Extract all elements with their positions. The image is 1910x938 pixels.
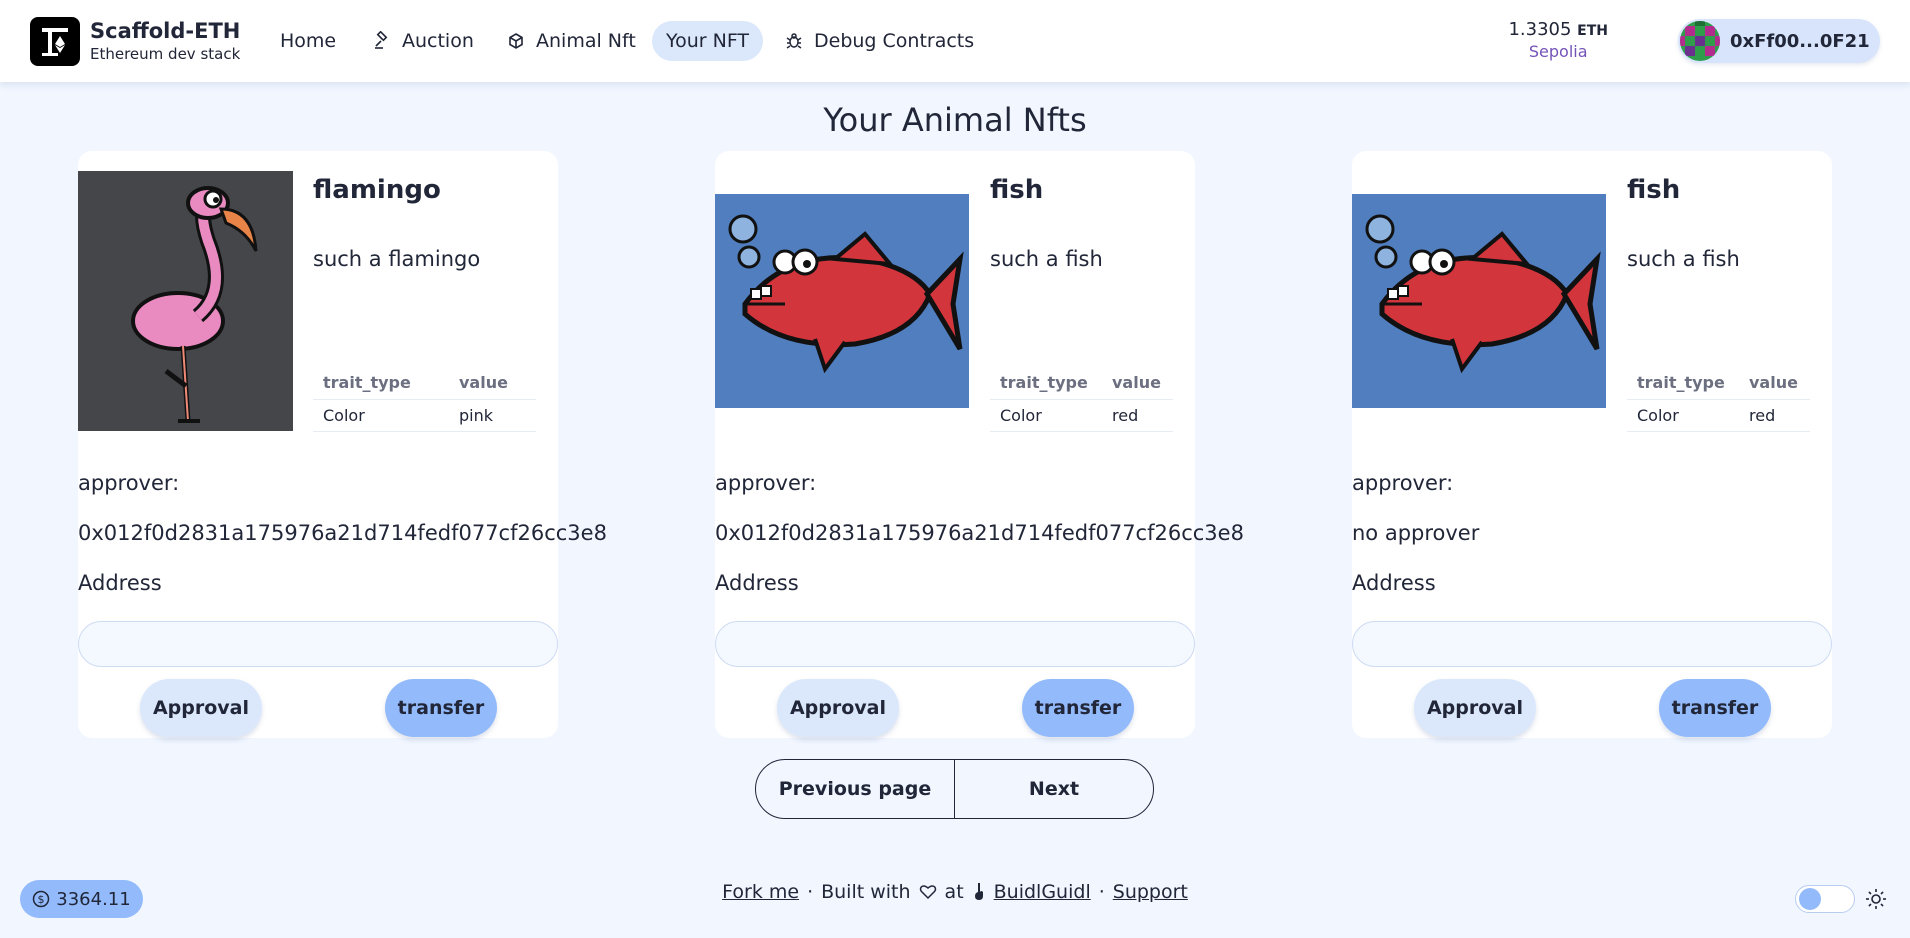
attributes-table: trait_type value Color red <box>990 367 1173 432</box>
approver-label: approver: <box>1352 471 1454 495</box>
nav-auction-label: Auction <box>402 30 474 52</box>
nft-name: fish <box>1627 175 1681 205</box>
footer-separator: · <box>1098 881 1105 903</box>
page-title: Your Animal Nfts <box>823 101 1087 139</box>
value-header: value <box>1739 367 1810 400</box>
nft-name: fish <box>990 175 1044 205</box>
top-navbar: Scaffold-ETH Ethereum dev stack Home Auc… <box>0 0 1910 82</box>
address-label: Address <box>78 571 162 595</box>
table-row: Color red <box>1627 399 1810 432</box>
buidlguidl-icon <box>974 883 983 900</box>
trait-type-header: trait_type <box>1627 367 1739 400</box>
nav-home[interactable]: Home <box>266 21 350 61</box>
trait-type-cell: Color <box>1627 399 1739 432</box>
table-row: Color red <box>990 399 1173 432</box>
toggle-knob <box>1799 888 1821 910</box>
theme-toggle[interactable] <box>1795 885 1855 913</box>
brand-name[interactable]: Scaffold-ETH <box>90 19 240 43</box>
approval-button[interactable]: Approval <box>140 679 262 737</box>
cube-icon <box>509 33 523 49</box>
address-label: Address <box>715 571 799 595</box>
value-header: value <box>1102 367 1173 400</box>
at-text: at <box>944 881 964 903</box>
account-dropdown-button[interactable]: 0xFf00...0F21 <box>1678 19 1880 63</box>
bug-icon <box>786 33 802 49</box>
account-address: 0xFf00...0F21 <box>1730 30 1870 52</box>
address-input[interactable] <box>715 621 1195 667</box>
nft-description: such a fish <box>990 247 1103 271</box>
address-input[interactable] <box>1352 621 1832 667</box>
table-row: Color pink <box>313 399 536 432</box>
fork-me-link[interactable]: Fork me <box>722 881 799 903</box>
trait-value-cell: red <box>1739 399 1810 432</box>
balance-unit: ETH <box>1577 23 1608 39</box>
approver-address: 0x012f0d2831a175976a21d714fedf077cf26cc3… <box>78 521 607 545</box>
value-header: value <box>449 367 536 400</box>
previous-page-button[interactable]: Previous page <box>756 760 954 818</box>
table-header-row: trait_type value <box>313 367 536 400</box>
address-input[interactable] <box>78 621 558 667</box>
footer-links: Fork me · Built with at BuidlGuidl · Sup… <box>0 880 1910 904</box>
table-header-row: trait_type value <box>990 367 1173 400</box>
footer-separator: · <box>807 881 814 903</box>
buidlguidl-link[interactable]: BuidlGuidl <box>994 881 1091 903</box>
flamingo-image <box>78 171 293 431</box>
transfer-button[interactable]: transfer <box>385 679 497 737</box>
heart-icon <box>919 885 936 900</box>
attributes-table: trait_type value Color red <box>1627 367 1810 432</box>
nft-description: such a fish <box>1627 247 1740 271</box>
trait-type-header: trait_type <box>313 367 449 400</box>
next-page-button[interactable]: Next <box>955 760 1153 818</box>
scaffold-logo-icon[interactable] <box>30 17 80 66</box>
trait-value-cell: red <box>1102 399 1173 432</box>
nft-card: fish such a fish trait_type value Color … <box>715 151 1244 738</box>
approver-label: approver: <box>715 471 817 495</box>
balance-value: 1.3305 <box>1508 19 1572 40</box>
wallet-balance: 1.3305 ETH Sepolia <box>1508 19 1608 61</box>
sun-icon <box>1866 889 1886 909</box>
table-header-row: trait_type value <box>1627 367 1810 400</box>
built-with-text: Built with <box>821 881 911 903</box>
transfer-button[interactable]: transfer <box>1659 679 1771 737</box>
avatar <box>1680 21 1720 61</box>
approver-label: approver: <box>78 471 180 495</box>
nft-card: fish such a fish trait_type value Color … <box>1352 151 1832 738</box>
nav-auction[interactable]: Auction <box>358 21 488 61</box>
nav-debug-contracts[interactable]: Debug Contracts <box>770 21 988 61</box>
nav-your-nft-label: Your NFT <box>666 30 750 52</box>
support-link[interactable]: Support <box>1113 881 1188 903</box>
trait-type-header: trait_type <box>990 367 1102 400</box>
network-name: Sepolia <box>1528 42 1588 61</box>
transfer-button[interactable]: transfer <box>1022 679 1134 737</box>
gavel-icon <box>375 31 388 49</box>
nav-animal-nft[interactable]: Animal Nft <box>492 21 650 61</box>
nft-name: flamingo <box>313 175 441 205</box>
attributes-table: trait_type value Color pink <box>313 367 536 432</box>
approval-button[interactable]: Approval <box>1414 679 1536 737</box>
nft-description: such a flamingo <box>313 247 481 271</box>
approver-address: 0x012f0d2831a175976a21d714fedf077cf26cc3… <box>715 521 1244 545</box>
pagination: Previous page Next <box>755 759 1154 819</box>
nft-card: flamingo such a flamingo trait_type valu… <box>78 151 607 738</box>
fish-image <box>715 194 969 408</box>
address-label: Address <box>1352 571 1436 595</box>
trait-type-cell: Color <box>990 399 1102 432</box>
nav-home-label: Home <box>280 30 337 52</box>
fish-image <box>1352 194 1606 408</box>
trait-value-cell: pink <box>449 399 536 432</box>
nav-debug-contracts-label: Debug Contracts <box>814 30 975 52</box>
trait-type-cell: Color <box>313 399 449 432</box>
nav-your-nft[interactable]: Your NFT <box>652 21 764 61</box>
nav-animal-nft-label: Animal Nft <box>536 30 636 52</box>
approval-button[interactable]: Approval <box>777 679 899 737</box>
brand-subtitle: Ethereum dev stack <box>90 45 241 63</box>
approver-address: no approver <box>1352 521 1480 545</box>
